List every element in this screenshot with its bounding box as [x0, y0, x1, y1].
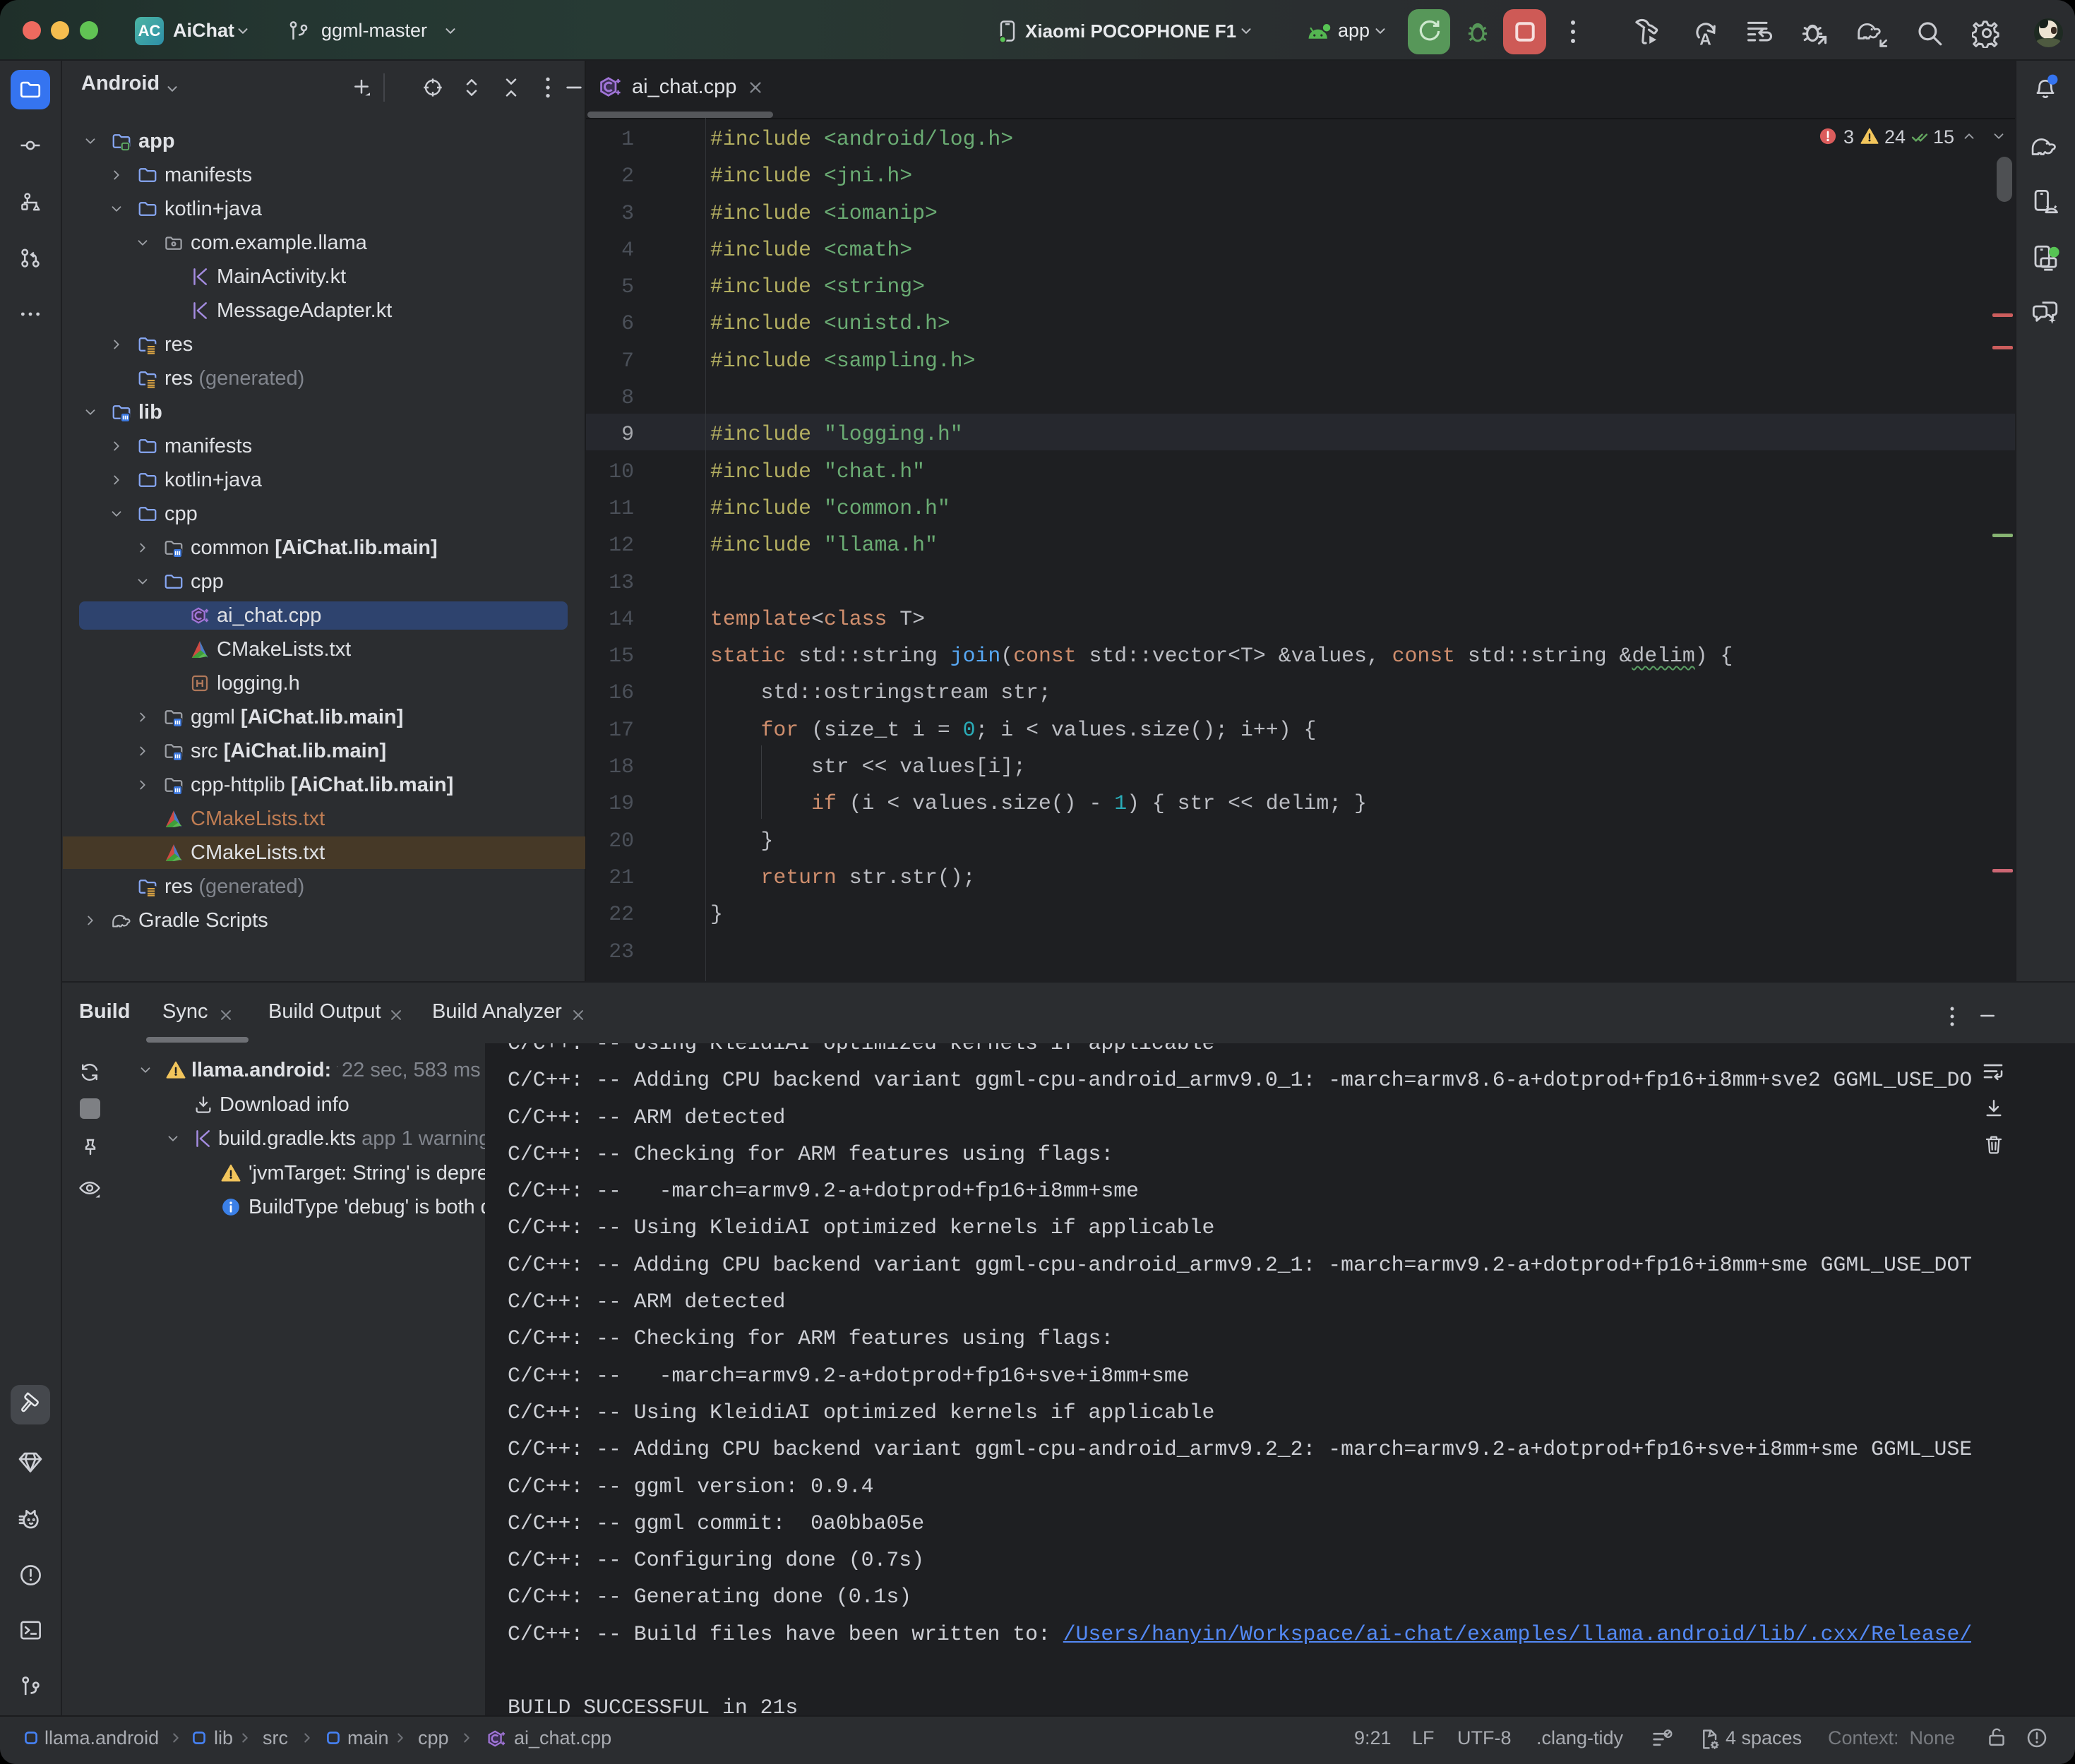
- svg-text:A: A: [1699, 30, 1711, 48]
